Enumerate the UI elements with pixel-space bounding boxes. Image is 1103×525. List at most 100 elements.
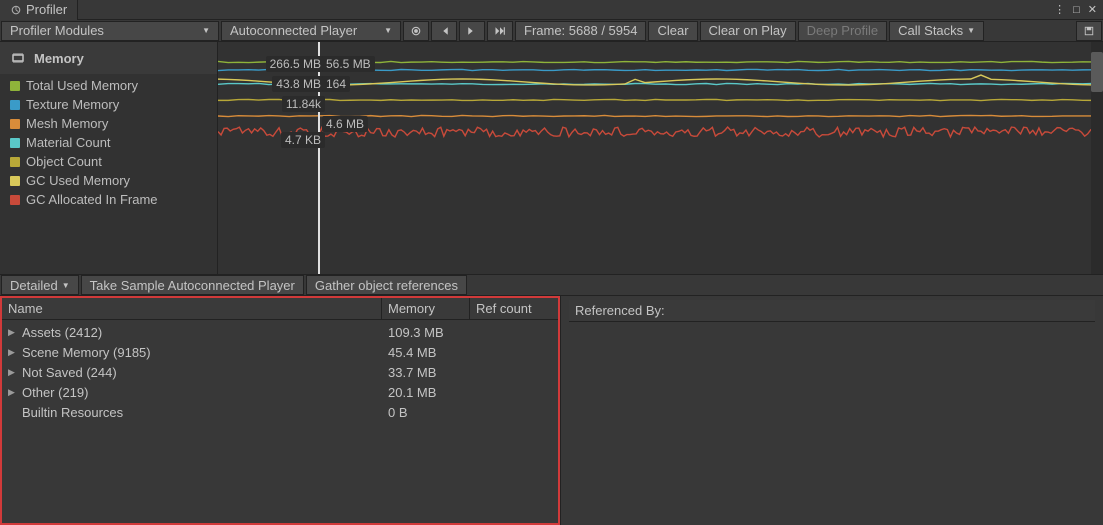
deep-profile-label: Deep Profile [807, 23, 879, 38]
legend-swatch [10, 100, 20, 110]
legend-swatch [10, 157, 20, 167]
chart-series-line [218, 99, 1103, 100]
next-frame-icon [466, 25, 478, 37]
chart-area[interactable]: 266.5 MB 56.5 MB 43.8 MB 164 11.84k 4.6 … [218, 42, 1103, 274]
tree-row-label: Assets (2412) [22, 325, 102, 340]
window-controls: ⋮ □ ✕ [1052, 3, 1103, 16]
chart-label-gc: 43.8 MB [272, 76, 325, 92]
chart-label-texture: 56.5 MB [322, 56, 375, 72]
next-frame-button[interactable] [459, 21, 485, 41]
legend-item[interactable]: Mesh Memory [0, 114, 217, 133]
legend-label: Texture Memory [26, 97, 119, 112]
clear-label: Clear [657, 23, 688, 38]
chart-label-material: 164 [322, 76, 350, 92]
tree-row-memory: 20.1 MB [382, 385, 470, 400]
legend-item[interactable]: GC Used Memory [0, 171, 217, 190]
window-menu-icon[interactable]: ⋮ [1052, 3, 1067, 16]
chart-label-mesh: 4.6 MB [322, 116, 368, 132]
detail-panes: Name Memory Ref count ▶Assets (2412)109.… [0, 296, 1103, 525]
detail-mode-dropdown[interactable]: Detailed [1, 275, 79, 295]
legend-item[interactable]: Object Count [0, 152, 217, 171]
clear-on-play-label: Clear on Play [709, 23, 787, 38]
toolbar: Profiler Modules Autoconnected Player Fr… [0, 20, 1103, 42]
clear-button[interactable]: Clear [648, 21, 697, 41]
save-icon [1083, 25, 1095, 37]
window-tab-profiler[interactable]: Profiler [0, 0, 78, 20]
module-header-memory[interactable]: Memory [0, 42, 217, 74]
tree-row-memory: 45.4 MB [382, 345, 470, 360]
record-icon [410, 25, 422, 37]
detail-toolbar: Detailed Take Sample Autoconnected Playe… [0, 274, 1103, 296]
profiler-icon [10, 4, 22, 16]
call-stacks-label: Call Stacks [898, 23, 963, 38]
tree-row-label: Builtin Resources [22, 405, 123, 420]
chart-label-total: 266.5 MB [266, 56, 325, 72]
take-sample-label: Take Sample Autoconnected Player [90, 278, 295, 293]
table-row[interactable]: ▶ Scene Memory (9185) 45.4 MB [2, 342, 558, 362]
tree-columns: Name Memory Ref count [2, 298, 558, 320]
memory-chart [218, 42, 1103, 274]
legend-label: GC Used Memory [26, 173, 130, 188]
legend-item[interactable]: Total Used Memory [0, 76, 217, 95]
table-row[interactable]: ▶Not Saved (244)33.7 MB [2, 362, 558, 382]
gather-references-button[interactable]: Gather object references [306, 275, 467, 295]
current-frame-button[interactable] [487, 21, 513, 41]
player-dropdown[interactable]: Autoconnected Player [221, 21, 401, 41]
expander-icon[interactable]: ▶ [8, 347, 18, 358]
chart-scrollbar[interactable] [1091, 42, 1103, 274]
frame-counter: Frame: 5688 / 5954 [515, 21, 646, 41]
window-maximize-icon[interactable]: □ [1071, 4, 1082, 16]
legend-label: Object Count [26, 154, 102, 169]
referenced-by-header: Referenced By: [569, 300, 1095, 322]
legend-list: Total Used Memory Texture Memory Mesh Memo… [0, 74, 217, 211]
prev-frame-button[interactable] [431, 21, 457, 41]
chart-scrollbar-thumb[interactable] [1091, 52, 1103, 92]
tree-row-memory: 0 B [382, 405, 470, 420]
context-menu-button[interactable] [1076, 21, 1102, 41]
title-bar: Profiler ⋮ □ ✕ [0, 0, 1103, 20]
profiler-modules-dropdown[interactable]: Profiler Modules [1, 21, 219, 41]
legend-label: GC Allocated In Frame [26, 192, 158, 207]
memory-tree: ▶Assets (2412)109.3 MB▶Scene Memory (918… [2, 320, 558, 424]
column-name[interactable]: Name [2, 298, 382, 319]
current-frame-icon [494, 25, 506, 37]
chart-section: Memory Total Used Memory Texture Memory Me… [0, 42, 1103, 274]
window-title: Profiler [26, 2, 67, 17]
table-row[interactable]: ▶Builtin Resources0 B [2, 402, 558, 422]
legend-swatch [10, 81, 20, 91]
column-memory[interactable]: Memory [382, 298, 470, 319]
gather-references-label: Gather object references [315, 278, 458, 293]
prev-frame-icon [438, 25, 450, 37]
referenced-by-pane: Referenced By: [560, 296, 1103, 525]
chart-label-object: 11.84k [282, 96, 325, 112]
legend-swatch [10, 195, 20, 205]
memory-tree-pane: Name Memory Ref count ▶Assets (2412)109.… [0, 296, 560, 525]
legend-item[interactable]: Material Count [0, 133, 217, 152]
column-ref-count[interactable]: Ref count [470, 298, 558, 319]
chart-label-gc-alloc: 4.7 KB [281, 132, 325, 148]
legend-swatch [10, 138, 20, 148]
tree-row-memory: 33.7 MB [382, 365, 470, 380]
expander-icon[interactable]: ▶ [8, 387, 18, 398]
legend-item[interactable]: GC Allocated In Frame [0, 190, 217, 209]
expander-icon[interactable]: ▶ [8, 327, 18, 338]
profiler-modules-label: Profiler Modules [10, 23, 104, 38]
tree-row-label: Scene Memory (9185) [22, 345, 151, 360]
table-row[interactable]: ▶ Other (219) 20.1 MB [2, 382, 558, 402]
record-button[interactable] [403, 21, 429, 41]
clear-on-play-button[interactable]: Clear on Play [700, 21, 796, 41]
legend-item[interactable]: Texture Memory [0, 95, 217, 114]
legend-label: Total Used Memory [26, 78, 138, 93]
call-stacks-dropdown[interactable]: Call Stacks [889, 21, 984, 41]
tree-row-label: Other (219) [22, 385, 88, 400]
legend-swatch [10, 119, 20, 129]
window-close-icon[interactable]: ✕ [1086, 3, 1099, 16]
table-row[interactable]: ▶Assets (2412)109.3 MB [2, 322, 558, 342]
module-name: Memory [34, 51, 84, 66]
detail-mode-label: Detailed [10, 278, 58, 293]
player-label: Autoconnected Player [230, 23, 357, 38]
deep-profile-button[interactable]: Deep Profile [798, 21, 888, 41]
take-sample-button[interactable]: Take Sample Autoconnected Player [81, 275, 304, 295]
expander-icon[interactable]: ▶ [8, 367, 18, 378]
memory-icon [10, 50, 26, 66]
